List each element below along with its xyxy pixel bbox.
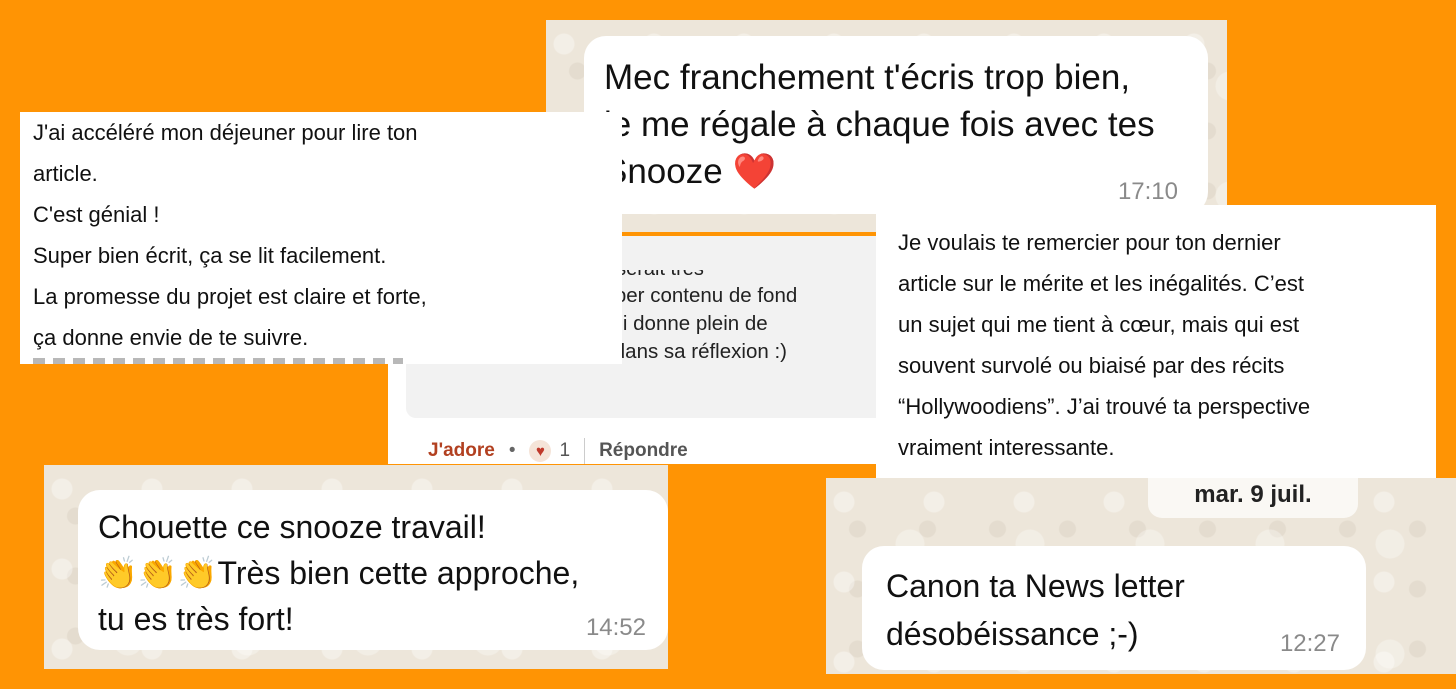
- text-testimonial-right: Je voulais te remercier pour ton dernier…: [876, 205, 1436, 488]
- message-line: je me régale à chaque fois avec tes: [604, 105, 1155, 144]
- testimonial-text: J'ai accéléré mon déjeuner pour lire ton…: [33, 112, 427, 358]
- message-timestamp: 14:52: [585, 614, 646, 641]
- message-line: Chouette ce snooze travail!: [98, 509, 486, 545]
- message-timestamp: 12:27: [1279, 630, 1340, 657]
- whatsapp-screenshot-bottom-left: Chouette ce snooze travail! 👏👏👏Très bien…: [44, 465, 668, 669]
- reply-button[interactable]: Répondre: [599, 440, 688, 462]
- text-line: ça donne envie de te suivre.: [33, 325, 309, 350]
- text-line: Je voulais te remercier pour ton dernier: [898, 230, 1281, 255]
- comment-actions: J'adore • ♥ 1 Répondre: [428, 438, 688, 464]
- text-testimonial-left: J'ai accéléré mon déjeuner pour lire ton…: [20, 112, 622, 364]
- message-timestamp: 17:10: [1117, 178, 1178, 205]
- text-line: La promesse du projet est claire et fort…: [33, 284, 427, 309]
- like-button[interactable]: J'adore: [428, 440, 495, 462]
- date-separator: mar. 9 juil.: [1148, 478, 1358, 518]
- message-line: Canon ta News letter: [886, 568, 1185, 604]
- text-line: souvent survolé ou biaisé par des récits: [898, 353, 1285, 378]
- whatsapp-screenshot-bottom-right: mar. 9 juil. Canon ta News letter désobé…: [826, 478, 1456, 674]
- testimonial-text: Je voulais te remercier pour ton dernier…: [898, 222, 1310, 468]
- divider: [584, 438, 586, 464]
- message-line: désobéissance ;-): [886, 616, 1139, 652]
- text-line: “Hollywoodiens”. J’ai trouvé ta perspect…: [898, 394, 1311, 419]
- clapping-hands-icon: 👏👏👏: [98, 555, 218, 591]
- text-line: un sujet qui me tient à cœur, mais qui e…: [898, 312, 1300, 337]
- message-text: Mec franchement t'écris trop bien, je me…: [604, 54, 1155, 195]
- message-line: Très bien cette approche,: [217, 555, 580, 591]
- message-bubble: Chouette ce snooze travail! 👏👏👏Très bien…: [78, 490, 668, 650]
- heart-emoji-icon: ❤️: [732, 152, 777, 191]
- text-line: vraiment interessante.: [898, 435, 1115, 460]
- message-text: Canon ta News letter désobéissance ;-): [886, 562, 1185, 658]
- message-bubble: Mec franchement t'écris trop bien, je me…: [584, 36, 1208, 214]
- text-line: article sur le mérite et les inégalités.…: [898, 271, 1304, 296]
- text-line: article.: [33, 161, 98, 186]
- text-line: C'est génial !: [33, 202, 160, 227]
- separator-dot: •: [508, 440, 516, 461]
- message-bubble: Canon ta News letter désobéissance ;-) 1…: [862, 546, 1366, 670]
- message-text: Chouette ce snooze travail! 👏👏👏Très bien…: [98, 504, 579, 642]
- cut-off-line: [33, 358, 403, 364]
- whatsapp-screenshot-top: Mec franchement t'écris trop bien, je me…: [546, 20, 1227, 232]
- heart-icon: ♥: [529, 440, 552, 462]
- message-line: tu es très fort!: [98, 601, 294, 637]
- message-line: Mec franchement t'écris trop bien,: [604, 58, 1131, 97]
- reaction-count: 1: [559, 440, 571, 461]
- text-line: Super bien écrit, ça se lit facilement.: [33, 243, 387, 268]
- text-line: J'ai accéléré mon déjeuner pour lire ton: [33, 120, 418, 145]
